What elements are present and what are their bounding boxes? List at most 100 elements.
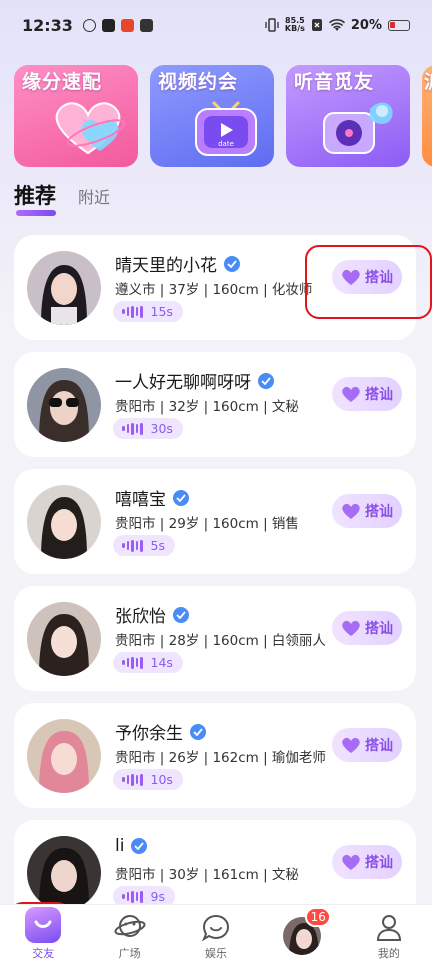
- battery-icon: [388, 19, 410, 31]
- user-info: 贵阳市 | 30岁 | 161cm | 文秘: [115, 867, 299, 883]
- friends-home-icon: [25, 907, 62, 943]
- bottom-nav: 交友 广场 娱乐 16 我的: [0, 904, 432, 964]
- banner-match-title: 缘分速配: [22, 71, 103, 93]
- voice-duration: 10s: [150, 772, 173, 787]
- user-card[interactable]: 一人好无聊啊呀呀 贵阳市 | 32岁 | 160cm | 文秘 30s 搭讪: [14, 352, 416, 457]
- app-notification-icon: [82, 18, 96, 32]
- greet-button[interactable]: 搭讪: [332, 728, 402, 762]
- voice-duration: 14s: [150, 655, 173, 670]
- user-avatar[interactable]: [27, 602, 101, 676]
- sound-wave-icon: [122, 305, 143, 318]
- user-info: 贵阳市 | 29岁 | 160cm | 销售: [115, 516, 299, 532]
- user-name: 予你余生: [115, 724, 183, 744]
- greet-button[interactable]: 搭讪: [332, 260, 402, 294]
- wifi-icon: [328, 18, 345, 31]
- voice-intro-button[interactable]: 30s: [113, 418, 183, 439]
- verified-icon: [173, 489, 189, 506]
- user-card[interactable]: 嘻嘻宝 贵阳市 | 29岁 | 160cm | 销售 5s 搭讪: [14, 469, 416, 574]
- sound-wave-icon: [122, 656, 143, 669]
- voice-duration: 9s: [150, 889, 165, 904]
- voice-duration: 15s: [150, 304, 173, 319]
- user-card[interactable]: 张欣怡 贵阳市 | 28岁 | 160cm | 白领丽人 14s 搭讪: [14, 586, 416, 691]
- vibrate-icon: [265, 18, 279, 32]
- greet-label: 搭讪: [365, 270, 393, 286]
- nav-friends-label: 交友: [32, 947, 55, 960]
- voice-intro-button[interactable]: 15s: [113, 301, 183, 322]
- heart-icon: [342, 386, 360, 402]
- nav-friends[interactable]: 交友: [0, 905, 86, 964]
- user-info: 贵阳市 | 26岁 | 162cm | 瑜伽老师: [115, 750, 326, 766]
- greet-label: 搭讪: [365, 621, 393, 637]
- user-avatar[interactable]: [27, 836, 101, 910]
- verified-icon: [224, 255, 240, 272]
- user-card[interactable]: 予你余生 贵阳市 | 26岁 | 162cm | 瑜伽老师 10s 搭讪: [14, 703, 416, 808]
- feature-banners: 缘分速配 视频约会 date 听音觅友 派: [14, 65, 432, 167]
- user-info: 贵阳市 | 28岁 | 160cm | 白领丽人: [115, 633, 326, 649]
- heart-icon: [342, 269, 360, 285]
- nav-messages[interactable]: 16: [259, 905, 345, 964]
- feed-tabs: 推荐 附近: [14, 180, 110, 216]
- battery-percent: 20%: [350, 17, 382, 33]
- greet-label: 搭讪: [365, 738, 393, 754]
- greet-label: 搭讪: [365, 387, 393, 403]
- voice-intro-button[interactable]: 10s: [113, 769, 183, 790]
- voice-intro-button[interactable]: 14s: [113, 652, 183, 673]
- sound-wave-icon: [122, 539, 143, 552]
- greet-button[interactable]: 搭讪: [332, 611, 402, 645]
- banner-voice-friend-title: 听音觅友: [294, 71, 375, 93]
- nav-square[interactable]: 广场: [86, 905, 172, 964]
- sound-wave-icon: [122, 890, 143, 903]
- user-list: 晴天里的小花 遵义市 | 37岁 | 160cm | 化妆师 15s 搭讪 一人…: [14, 235, 416, 937]
- planet-icon: [114, 915, 146, 937]
- person-icon: [376, 915, 401, 941]
- heart-icon: [342, 503, 360, 519]
- shop-notification-icon: [120, 18, 134, 32]
- banner-voice-friend[interactable]: 听音觅友: [286, 65, 410, 167]
- verified-icon: [131, 838, 148, 854]
- nav-me-label: 我的: [377, 947, 400, 960]
- network-speed: 85.5 KB/s: [285, 17, 305, 33]
- tab-recommended[interactable]: 推荐: [14, 180, 56, 216]
- sound-wave-icon: [122, 422, 143, 435]
- heart-icon: [342, 620, 360, 636]
- greet-label: 搭讪: [365, 504, 393, 520]
- vinyl-icon: [323, 102, 393, 154]
- user-avatar[interactable]: [27, 719, 101, 793]
- voice-duration: 30s: [150, 421, 173, 436]
- status-bar: 12:33 85.5 KB/s 20%: [0, 0, 432, 50]
- nav-me[interactable]: 我的: [346, 905, 432, 964]
- play-notification-icon: [101, 18, 115, 32]
- user-name: 晴天里的小花: [115, 256, 217, 276]
- user-name: 一人好无聊啊呀呀: [115, 373, 251, 393]
- nav-square-label: 广场: [118, 947, 141, 960]
- banner-video-date[interactable]: 视频约会 date: [150, 65, 274, 167]
- greet-label: 搭讪: [365, 855, 393, 871]
- svg-text:date: date: [218, 140, 234, 148]
- banner-video-date-title: 视频约会: [158, 71, 239, 93]
- banner-more[interactable]: 派: [422, 65, 432, 167]
- user-avatar[interactable]: [27, 251, 101, 325]
- user-name: li: [115, 836, 125, 856]
- user-info: 遵义市 | 37岁 | 160cm | 化妆师: [115, 282, 313, 298]
- tv-date-icon: date: [195, 101, 257, 156]
- verified-icon: [173, 606, 189, 623]
- nav-entertainment-label: 娱乐: [205, 947, 228, 960]
- user-name: 嘻嘻宝: [115, 490, 166, 510]
- chat-bubble-icon: [201, 914, 230, 942]
- greet-button[interactable]: 搭讪: [332, 377, 402, 411]
- greet-button[interactable]: 搭讪: [332, 845, 402, 879]
- banner-match[interactable]: 缘分速配: [14, 65, 138, 167]
- user-avatar[interactable]: [27, 485, 101, 559]
- user-card[interactable]: 晴天里的小花 遵义市 | 37岁 | 160cm | 化妆师 15s 搭讪: [14, 235, 416, 340]
- user-name: 张欣怡: [115, 607, 166, 627]
- network-speed-unit: KB/s: [284, 24, 305, 33]
- user-avatar[interactable]: [27, 368, 101, 442]
- mail-notification-icon: [139, 18, 153, 32]
- greet-button[interactable]: 搭讪: [332, 494, 402, 528]
- banner-more-title: 派: [424, 67, 432, 94]
- sound-wave-icon: [122, 773, 143, 786]
- nav-entertainment[interactable]: 娱乐: [173, 905, 259, 964]
- tab-nearby[interactable]: 附近: [78, 184, 110, 210]
- heart-icon: [342, 737, 360, 753]
- voice-intro-button[interactable]: 5s: [113, 535, 175, 556]
